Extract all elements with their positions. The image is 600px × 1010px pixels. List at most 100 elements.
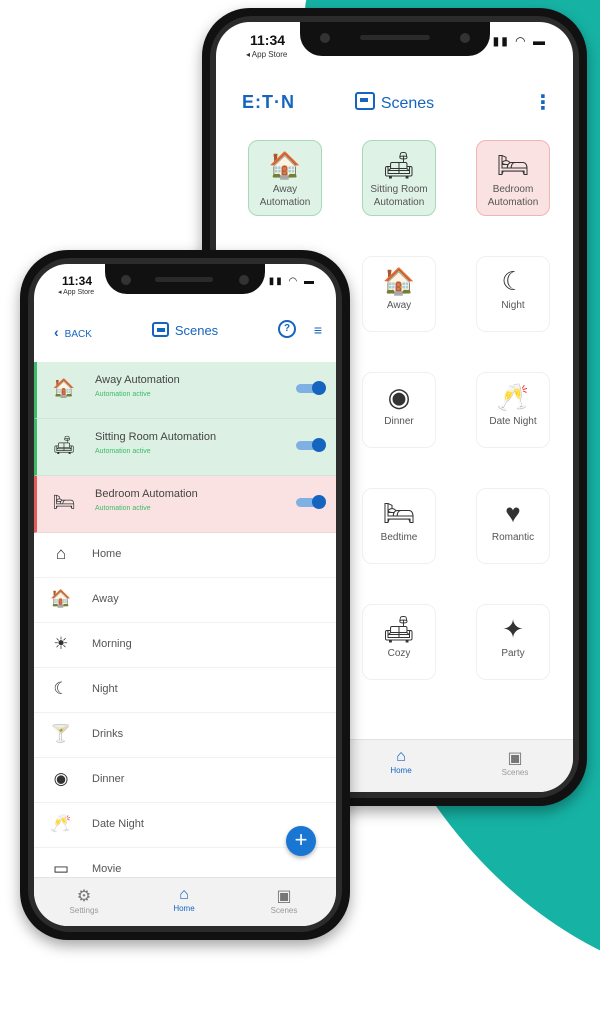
scene-tile-label: Bedroom Automation	[487, 184, 539, 208]
status-back-app[interactable]: ◂ App Store	[58, 288, 94, 296]
home-icon: ⌂	[55, 544, 67, 563]
scene-row-morning[interactable]: ☀ Morning	[34, 623, 336, 668]
phone-front: 11:34 ◂ App Store ▮▮ ◠ ▬ ‹ BACK Scenes ? …	[20, 250, 350, 940]
tab-label: Home	[390, 766, 412, 775]
help-icon[interactable]: ?	[278, 320, 296, 338]
menu-icon[interactable]: ≡	[314, 322, 322, 338]
scene-tile-label: Bedtime	[380, 532, 418, 543]
tab-scenes[interactable]: ▣ Scenes	[480, 748, 550, 777]
tab-home[interactable]: ⌂ Home	[149, 886, 219, 913]
camera-icon	[319, 33, 330, 43]
scene-name: Home	[92, 548, 122, 560]
status-time: 11:34	[62, 274, 93, 288]
add-scene-button[interactable]: +	[286, 826, 316, 856]
scene-row-dinner[interactable]: ◉ Dinner	[34, 758, 336, 803]
notch	[299, 22, 490, 56]
scene-row-drinks[interactable]: 🍸 Drinks	[34, 713, 336, 758]
scene-tile-label: Away Automation	[259, 184, 311, 208]
app-header: E:T·N Scenes ⋮	[216, 80, 573, 120]
automation-toggle[interactable]	[296, 495, 326, 509]
automation-name: Away Automation	[95, 374, 180, 386]
house-arrow-icon: 🏠	[382, 266, 416, 296]
date-night-icon: 🥂	[50, 814, 72, 833]
page-title-text: Scenes	[174, 323, 219, 338]
tab-label: Home	[173, 904, 195, 913]
app-header: ‹ BACK Scenes ? ≡	[34, 316, 336, 348]
tab-scenes[interactable]: ▣ Scenes	[249, 886, 319, 915]
automation-name: Sitting Room Automation	[95, 431, 217, 443]
scene-tile-cozy[interactable]: 🛋 Cozy	[362, 604, 436, 680]
scene-tile-dinner[interactable]: ◉ Dinner	[362, 372, 436, 448]
camera-icon	[121, 275, 131, 285]
speaker	[155, 277, 213, 282]
movie-icon: ▭	[52, 859, 70, 878]
sensor-icon	[239, 275, 249, 285]
automation-row-bedroom-automation[interactable]: 🛏 Bedroom Automation Automation active	[34, 476, 336, 533]
tab-label: Settings	[69, 906, 99, 915]
drinks-icon: 🍸	[50, 724, 72, 743]
status-time: 11:34	[250, 32, 286, 48]
scene-tile-sitting-room-automation[interactable]: 🛋 Sitting Room Automation	[362, 140, 436, 216]
scenes-icon: ▣	[276, 888, 292, 905]
scene-tile-label: Night	[501, 300, 525, 311]
settings-icon: ⚙	[76, 888, 92, 905]
status-icons: ▮▮ ◠ ▬	[492, 34, 547, 48]
automation-status: Automation active	[95, 391, 151, 398]
sofa-lamps-icon: 🛋	[382, 150, 416, 180]
automation-row-sitting-room-automation[interactable]: 🛋 Sitting Room Automation Automation activ…	[34, 419, 336, 476]
notch	[105, 264, 265, 294]
scene-tile-party[interactable]: ✦ Party	[476, 604, 550, 680]
automation-toggle[interactable]	[296, 438, 326, 452]
automation-row-away-automation[interactable]: 🏠 Away Automation Automation active	[34, 362, 336, 419]
scene-name: Movie	[92, 863, 122, 875]
scene-name: Night	[92, 683, 118, 695]
scene-tile-bedroom-automation[interactable]: 🛏 Bedroom Automation	[476, 140, 550, 216]
glasses-icon: 🥂	[496, 382, 530, 412]
automation-status: Automation active	[95, 505, 151, 512]
moon-icon: ☾	[501, 266, 525, 296]
automation-toggle[interactable]	[296, 381, 326, 395]
scene-tile-bedtime[interactable]: 🛏 Bedtime	[362, 488, 436, 564]
bed-icon: 🛏	[496, 150, 530, 180]
more-options-icon[interactable]: ⋮	[533, 90, 553, 115]
status-back-app[interactable]: ◂ App Store	[246, 50, 287, 59]
scene-list: 🏠 Away Automation Automation active 🛋 Sittin…	[34, 362, 336, 893]
plate-icon: ◉	[387, 382, 411, 412]
scene-tile-label: Party	[501, 648, 525, 659]
dinner-icon: ◉	[53, 769, 69, 788]
tab-bar: ⚙ Settings ⌂ Home ▣ Scenes	[34, 877, 336, 926]
scene-tile-away-automation[interactable]: 🏠 Away Automation	[248, 140, 322, 216]
scene-row-night[interactable]: ☾ Night	[34, 668, 336, 713]
scene-name: Date Night	[92, 818, 144, 830]
scene-tile-label: Romantic	[491, 532, 535, 543]
tab-settings[interactable]: ⚙ Settings	[49, 886, 119, 915]
scene-tile-date-night[interactable]: 🥂 Date Night	[476, 372, 550, 448]
scene-tile-away[interactable]: 🏠 Away	[362, 256, 436, 332]
scene-tile-romantic[interactable]: ♥ Romantic	[476, 488, 550, 564]
scene-row-away[interactable]: 🏠 Away	[34, 578, 336, 623]
scenes-icon: ▣	[507, 750, 523, 767]
scene-name: Dinner	[92, 773, 125, 785]
tab-label: Scenes	[270, 906, 298, 915]
page-title-text: Scenes	[380, 95, 435, 112]
home-icon: ⌂	[179, 886, 189, 903]
automation-icon: 🛋	[52, 435, 76, 455]
dancer-icon: ✦	[502, 614, 524, 644]
tab-home[interactable]: ⌂ Home	[366, 748, 436, 775]
scene-tile-label: Cozy	[387, 648, 411, 659]
table-icon: ♥	[505, 498, 521, 528]
automation-status: Automation active	[95, 448, 151, 455]
tab-label: Scenes	[501, 768, 529, 777]
status-icons: ▮▮ ◠ ▬	[268, 276, 316, 287]
automation-icon: 🏠	[52, 378, 76, 398]
sofa-icon: 🛋	[382, 614, 416, 644]
scene-row-home[interactable]: ⌂ Home	[34, 533, 336, 578]
night-icon: ☾	[53, 679, 69, 698]
scene-tile-label: Dinner	[384, 416, 414, 427]
away-icon: 🏠	[50, 589, 72, 608]
speaker	[359, 35, 430, 40]
scene-name: Drinks	[92, 728, 124, 740]
scene-tile-night[interactable]: ☾ Night	[476, 256, 550, 332]
home-icon: ⌂	[396, 748, 406, 765]
scenes-icon	[354, 92, 375, 110]
